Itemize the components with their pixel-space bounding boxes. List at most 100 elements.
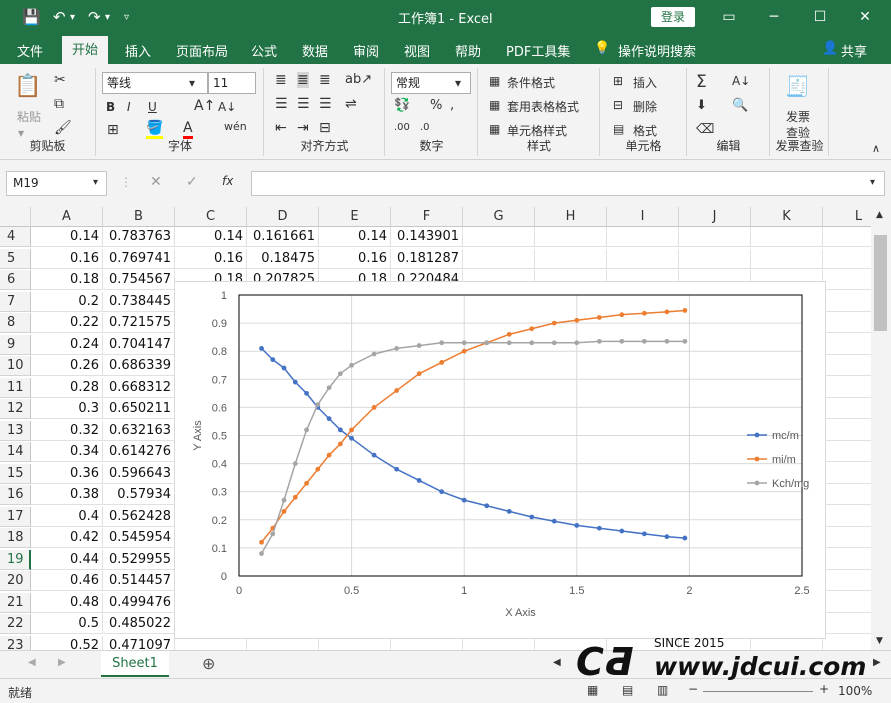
table-cell[interactable]: 0.545954: [103, 528, 175, 548]
format-painter-icon[interactable]: 🖌: [54, 120, 72, 136]
collapse-ribbon-icon[interactable]: ∧: [872, 142, 880, 155]
share-button[interactable]: 共享: [841, 41, 867, 60]
select-all-corner[interactable]: [0, 207, 31, 227]
name-box-dropdown-icon[interactable]: ▾: [93, 177, 98, 188]
table-cell[interactable]: [823, 292, 871, 312]
login-button[interactable]: 登录: [651, 7, 695, 27]
table-cell[interactable]: 0.18: [31, 270, 103, 290]
column-header[interactable]: F: [391, 207, 463, 227]
column-header[interactable]: H: [535, 207, 607, 227]
delete-cells-button[interactable]: 删除: [633, 98, 657, 115]
table-cell[interactable]: 0.16: [319, 248, 391, 269]
fill-icon[interactable]: ⬇: [696, 98, 707, 113]
scroll-up-icon[interactable]: ▲: [876, 210, 883, 220]
merge-center-icon[interactable]: ⊟: [319, 120, 331, 136]
column-header[interactable]: E: [319, 207, 391, 227]
table-cell[interactable]: [823, 227, 871, 247]
row-header[interactable]: 5: [0, 248, 31, 269]
paste-button[interactable]: 粘贴: [17, 108, 41, 125]
sheet-tab-sheet1[interactable]: Sheet1: [101, 651, 169, 677]
undo-icon[interactable]: ↶: [53, 8, 66, 26]
table-cell[interactable]: [823, 614, 871, 634]
table-cell[interactable]: 0.514457: [103, 571, 175, 591]
increase-indent-icon[interactable]: ⇥: [297, 120, 309, 136]
table-cell[interactable]: [823, 485, 871, 505]
table-cell[interactable]: [823, 507, 871, 527]
table-cell[interactable]: 0.42: [31, 528, 103, 548]
column-header[interactable]: G: [463, 207, 535, 227]
column-header[interactable]: L: [823, 207, 871, 227]
row-header[interactable]: 14: [0, 442, 31, 462]
tell-me-search[interactable]: 操作说明搜索: [618, 41, 696, 60]
row-header[interactable]: 4: [0, 227, 31, 247]
hscroll-left-icon[interactable]: ◀: [553, 657, 561, 668]
align-left-icon[interactable]: ☰: [275, 96, 288, 112]
percent-icon[interactable]: %: [430, 98, 442, 113]
table-cell[interactable]: 0.36: [31, 463, 103, 484]
cell-styles-icon[interactable]: ▦: [489, 122, 500, 136]
tab-review[interactable]: 审阅: [353, 41, 379, 60]
table-cell[interactable]: 0.596643: [103, 463, 175, 484]
align-top-icon[interactable]: ≣: [275, 72, 287, 88]
formula-input[interactable]: [251, 171, 885, 196]
column-header[interactable]: K: [751, 207, 823, 227]
table-cell[interactable]: [823, 550, 871, 570]
table-cell[interactable]: 0.3: [31, 399, 103, 419]
zoom-out-icon[interactable]: −: [688, 682, 698, 696]
tab-home[interactable]: 开始: [62, 36, 109, 64]
orientation-icon[interactable]: ab↗: [345, 72, 372, 87]
table-cell[interactable]: [607, 227, 679, 247]
row-header[interactable]: 17: [0, 506, 31, 527]
row-header[interactable]: 15: [0, 463, 31, 484]
row-header[interactable]: 7: [0, 291, 31, 312]
conditional-format-button[interactable]: 条件格式: [507, 74, 555, 91]
column-header[interactable]: A: [31, 207, 103, 227]
tab-file[interactable]: 文件: [17, 41, 43, 60]
table-cell[interactable]: 0.686339: [103, 356, 175, 376]
increase-font-icon[interactable]: A↑: [194, 98, 215, 114]
column-header[interactable]: D: [247, 207, 319, 227]
phonetic-icon[interactable]: wén: [224, 120, 247, 133]
table-cell[interactable]: 0.614276: [103, 442, 175, 462]
table-cell[interactable]: [823, 464, 871, 484]
table-cell[interactable]: [823, 335, 871, 355]
row-header[interactable]: 21: [0, 592, 31, 613]
prev-sheet-icon[interactable]: ◀: [28, 657, 36, 668]
row-header[interactable]: 6: [0, 270, 31, 290]
row-header[interactable]: 10: [0, 356, 31, 376]
align-bottom-icon[interactable]: ≣: [319, 72, 331, 88]
row-header[interactable]: 9: [0, 334, 31, 355]
tab-view[interactable]: 视图: [404, 41, 430, 60]
table-cell[interactable]: 0.738445: [103, 291, 175, 312]
expand-formula-icon[interactable]: ▾: [870, 177, 875, 188]
table-cell[interactable]: [679, 248, 751, 269]
currency-icon[interactable]: 💱: [394, 98, 410, 113]
table-cell[interactable]: [823, 399, 871, 419]
row-header[interactable]: 19: [0, 549, 31, 570]
table-cell[interactable]: [823, 421, 871, 441]
table-cell[interactable]: 0.26: [31, 356, 103, 376]
row-header[interactable]: 8: [0, 313, 31, 333]
scroll-thumb[interactable]: [874, 235, 887, 331]
column-header[interactable]: C: [175, 207, 247, 227]
page-layout-view-icon[interactable]: ▤: [622, 683, 633, 697]
find-select-icon[interactable]: 🔍: [732, 98, 748, 113]
insert-cells-button[interactable]: 插入: [633, 74, 657, 91]
table-cell[interactable]: 0.721575: [103, 313, 175, 333]
table-cell[interactable]: [823, 378, 871, 398]
table-cell[interactable]: 0.4: [31, 506, 103, 527]
row-header[interactable]: 18: [0, 528, 31, 548]
zoom-level[interactable]: 100%: [838, 684, 872, 698]
table-cell[interactable]: 0.16: [175, 248, 247, 269]
cancel-icon[interactable]: ✕: [150, 174, 162, 190]
table-cell[interactable]: 0.28: [31, 377, 103, 398]
table-cell[interactable]: 0.14: [319, 227, 391, 247]
table-cell[interactable]: 0.5: [31, 614, 103, 634]
clear-icon[interactable]: ⌫: [696, 122, 714, 137]
name-box[interactable]: M19: [6, 171, 107, 196]
table-cell[interactable]: [535, 248, 607, 269]
row-header[interactable]: 20: [0, 571, 31, 591]
row-header[interactable]: 11: [0, 377, 31, 398]
table-cell[interactable]: 0.57934: [103, 485, 175, 505]
table-cell[interactable]: 0.769741: [103, 248, 175, 269]
